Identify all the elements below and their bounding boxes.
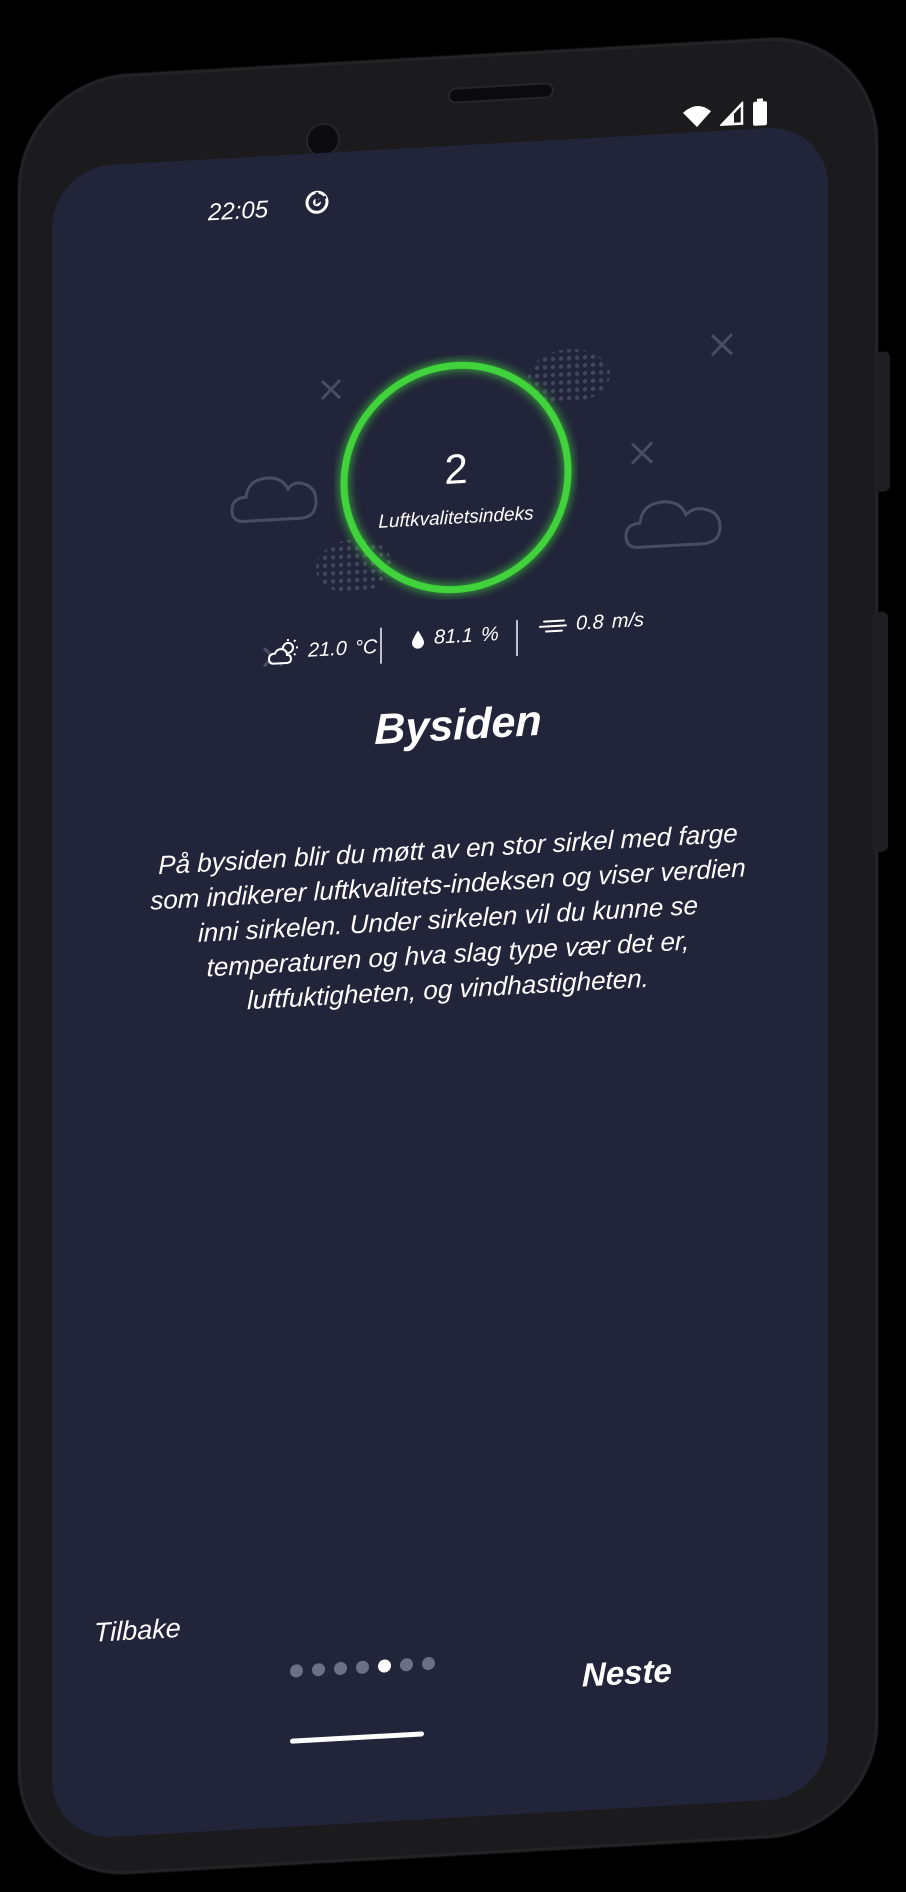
volume-button xyxy=(872,611,888,853)
status-time: 22:05 xyxy=(208,196,269,227)
droplet-icon xyxy=(412,630,424,649)
next-button[interactable]: Neste xyxy=(582,1651,672,1694)
wifi-icon xyxy=(683,106,711,128)
humidity-value: 81.1 xyxy=(434,624,473,649)
weather-divider xyxy=(516,620,518,657)
back-button[interactable]: Tilbake xyxy=(94,1613,181,1649)
page-description: På bysiden blir du møtt av en stor sirke… xyxy=(150,817,746,1016)
cloud-decoration xyxy=(230,476,318,523)
partly-cloudy-icon xyxy=(268,638,298,665)
page-dot xyxy=(312,1662,325,1677)
wind-icon xyxy=(539,618,567,632)
page-dot xyxy=(422,1656,435,1671)
battery-icon xyxy=(753,98,767,126)
temperature-value: 21.0 xyxy=(308,637,347,662)
wind-unit: m/s xyxy=(611,608,645,633)
cloud-decoration xyxy=(624,500,722,549)
target-icon xyxy=(305,190,329,214)
page-dot xyxy=(290,1664,303,1678)
page-dot xyxy=(334,1661,347,1676)
page-dot-active xyxy=(378,1659,391,1673)
page-dot xyxy=(400,1657,413,1672)
page-dot xyxy=(356,1660,369,1675)
status-icons xyxy=(682,98,768,131)
cross-decoration xyxy=(710,333,734,357)
temperature-unit: °C xyxy=(354,635,378,659)
power-button xyxy=(874,351,890,493)
weather-divider xyxy=(380,627,382,664)
cross-decoration xyxy=(630,441,654,465)
humidity-unit: % xyxy=(480,623,499,647)
wind-value: 0.8 xyxy=(576,611,604,635)
signal-icon xyxy=(720,101,744,127)
